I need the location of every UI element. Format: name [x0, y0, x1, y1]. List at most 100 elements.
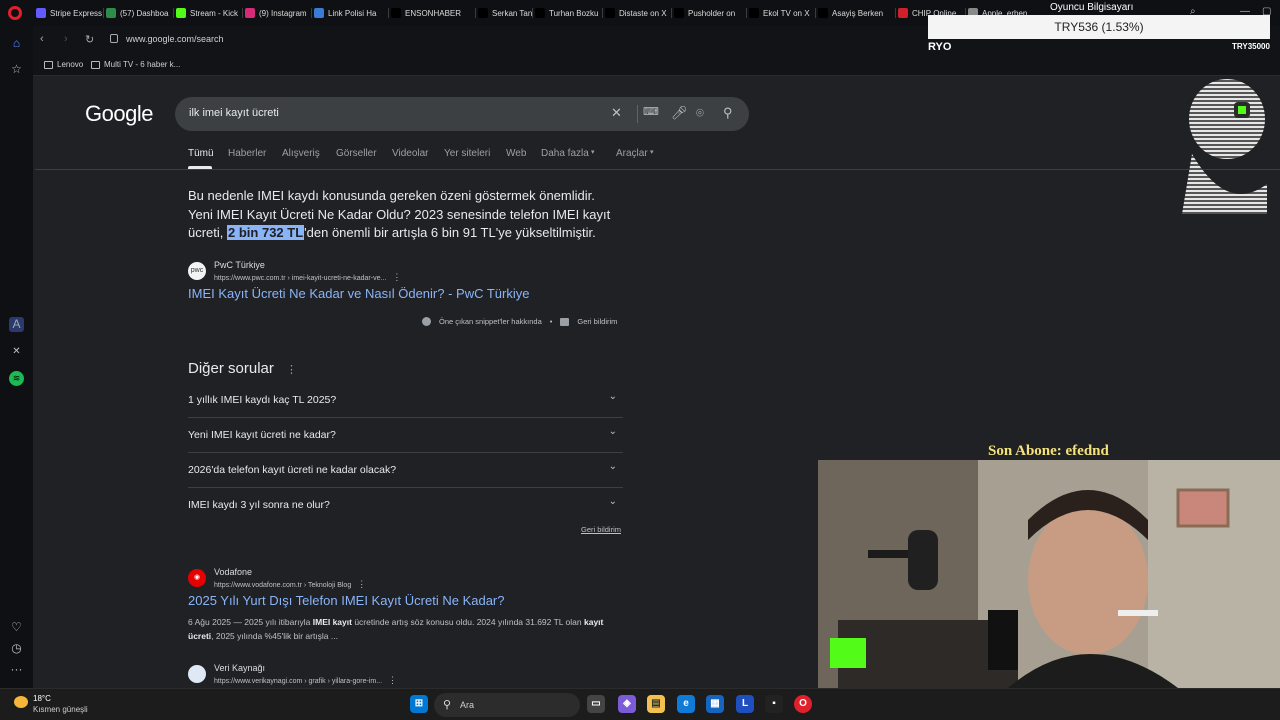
google-logo[interactable]: Google — [85, 101, 153, 127]
help-icon — [422, 317, 431, 326]
search-icon[interactable]: ⚲ — [723, 105, 733, 121]
divider — [637, 105, 638, 123]
tab-favicon-icon — [478, 8, 488, 18]
browser-tab[interactable]: (57) Dashboa — [106, 4, 172, 22]
search-tab[interactable]: Tümü — [188, 148, 214, 159]
app-icon[interactable]: ▪ — [765, 695, 783, 713]
search-box[interactable]: ilk imei kayıt ücreti ✕ ⌨ 🎤︎ ⌾ ⚲ — [175, 97, 749, 131]
more-icon[interactable]: ··· — [9, 662, 24, 677]
tab-separator — [475, 8, 476, 18]
page-icon — [91, 60, 100, 69]
windows-taskbar: 18°C Kısmen güneşli ⊞ ⚲ Ara ▭ ◈ ▤ e ▦ L … — [0, 688, 1280, 720]
forward-icon[interactable]: › — [64, 33, 68, 45]
weather-temp[interactable]: 18°C — [33, 694, 51, 703]
history-icon[interactable]: ◷ — [9, 641, 24, 656]
more-options-icon[interactable]: ⋮ — [392, 272, 401, 282]
feedback-link[interactable]: Geri bildirim — [577, 317, 617, 326]
task-view-icon[interactable]: ▭ — [587, 695, 605, 713]
tab-favicon-icon — [605, 8, 615, 18]
keyboard-icon[interactable]: ⌨ — [643, 105, 659, 118]
browser-tab[interactable]: Link Polisi Ha — [314, 4, 380, 22]
overlay-header: Oyuncu Bilgisayarı — [1050, 2, 1134, 13]
microphone-icon[interactable]: 🎤︎ — [671, 105, 688, 121]
tab-separator — [173, 8, 174, 18]
browser-tab[interactable]: Turhan Bozku — [535, 4, 601, 22]
browser-tab[interactable]: Serkan Tanyıl — [478, 4, 532, 22]
about-snippets-link[interactable]: Öne çıkan snippet'ler hakkında — [439, 317, 542, 326]
store-icon[interactable]: ▦ — [706, 695, 724, 713]
paa-question[interactable]: 2026'da telefon kayıt ücreti ne kadar ol… — [188, 453, 623, 488]
x-twitter-icon[interactable]: ✕ — [9, 344, 24, 359]
tab-separator — [671, 8, 672, 18]
lens-icon[interactable]: ⌾ — [696, 105, 704, 121]
paa-question[interactable]: Yeni IMEI kayıt ücreti ne kadar? ⌄ — [188, 418, 623, 453]
search-tab[interactable]: Alışveriş — [282, 148, 320, 159]
opera-sidebar: ⌂ ☆ A ✕ ≋ ♡ ◷ ··· — [0, 26, 33, 688]
bookmarks-bar: Lenovo Multi TV - 6 haber k... — [30, 54, 1280, 76]
taskbar-search[interactable]: ⚲ Ara — [434, 693, 580, 717]
paa-question[interactable]: IMEI kaydı 3 yıl sonra ne olur? ⌄ — [188, 488, 623, 523]
chevron-down-icon: ⌄ — [608, 496, 617, 507]
webcam-feed — [818, 460, 1280, 688]
search-input[interactable]: ilk imei kayıt ücreti — [189, 107, 279, 119]
search-tab[interactable]: Yer siteleri — [444, 148, 490, 159]
opera-logo-icon[interactable] — [8, 6, 22, 20]
search-tab[interactable]: Araçlar — [616, 148, 648, 159]
spotify-icon[interactable]: ≋ — [9, 371, 24, 386]
browser-tab[interactable]: Pusholder on — [674, 4, 740, 22]
home-icon[interactable]: ⌂ — [9, 36, 24, 51]
vodafone-source[interactable]: ◉ Vodafone https://www.vodafone.com.tr ›… — [188, 567, 366, 590]
featured-source[interactable]: pwc PwC Türkiye https://www.pwc.com.tr ›… — [188, 260, 401, 283]
bookmark-lenovo[interactable]: Lenovo — [44, 60, 83, 69]
paa-feedback-link[interactable]: Geri bildirim — [581, 525, 621, 534]
highlighted-answer: 2 bin 732 TL — [227, 225, 305, 240]
pwc-favicon: pwc — [188, 262, 206, 280]
heart-icon[interactable]: ♡ — [9, 620, 24, 635]
copilot-icon[interactable]: ◈ — [618, 695, 636, 713]
weather-desc[interactable]: Kısmen güneşli — [33, 705, 88, 714]
file-explorer-icon[interactable]: ▤ — [647, 695, 665, 713]
browser-tab[interactable]: Stripe Express — [36, 4, 102, 22]
browser-tab[interactable]: Asayiş Berken — [818, 4, 884, 22]
start-icon[interactable]: ⊞ — [410, 695, 428, 713]
paa-question[interactable]: 1 yıllık IMEI kaydı kaç TL 2025? ⌄ — [188, 383, 623, 418]
folder-icon — [44, 60, 53, 69]
clear-icon[interactable]: ✕ — [611, 105, 622, 121]
browser-tab[interactable]: Distaste on X — [605, 4, 671, 22]
more-options-icon[interactable]: ⋮ — [357, 579, 366, 589]
browser-tab[interactable]: (9) Instagram — [245, 4, 311, 22]
tab-separator — [895, 8, 896, 18]
search-tab[interactable]: Videolar — [392, 148, 429, 159]
tab-favicon-icon — [36, 8, 46, 18]
aria-icon[interactable]: A — [9, 317, 24, 332]
tab-separator — [532, 8, 533, 18]
lightshot-icon[interactable]: L — [736, 695, 754, 713]
search-tab[interactable]: Görseller — [336, 148, 377, 159]
browser-tab[interactable]: ENSONHABER — [391, 4, 471, 22]
more-options-icon[interactable]: ⋮ — [286, 364, 297, 376]
back-icon[interactable]: ‹ — [40, 33, 44, 45]
browser-tab[interactable]: Ekol TV on X — [749, 4, 815, 22]
browser-tab[interactable]: Stream - Kick — [176, 4, 242, 22]
url-field[interactable]: www.google.com/search — [126, 34, 224, 44]
search-tab[interactable]: Haberler — [228, 148, 266, 159]
lock-icon — [110, 34, 118, 43]
reload-icon[interactable]: ↻ — [85, 33, 94, 46]
verikaynagi-source[interactable]: Veri Kaynağı https://www.verikaynagi.com… — [188, 663, 397, 686]
tab-favicon-icon — [314, 8, 324, 18]
featured-result-link[interactable]: IMEI Kayıt Ücreti Ne Kadar ve Nasıl Öden… — [188, 286, 529, 301]
edge-icon[interactable]: e — [677, 695, 695, 713]
tab-separator — [388, 8, 389, 18]
tab-separator — [746, 8, 747, 18]
vodafone-result-link[interactable]: 2025 Yılı Yurt Dışı Telefon IMEI Kayıt Ü… — [188, 593, 505, 608]
more-options-icon[interactable]: ⋮ — [388, 675, 397, 685]
search-tab[interactable]: Web — [506, 148, 526, 159]
tab-separator — [103, 8, 104, 18]
ticker-goal: TRY35000 — [1232, 42, 1270, 51]
star-icon[interactable]: ☆ — [9, 62, 24, 77]
search-tab[interactable]: Daha fazla — [541, 148, 589, 159]
opera-icon[interactable]: O — [794, 695, 812, 713]
tab-favicon-icon — [106, 8, 116, 18]
bookmark-multi-tv[interactable]: Multi TV - 6 haber k... — [91, 60, 180, 69]
tab-separator — [311, 8, 312, 18]
